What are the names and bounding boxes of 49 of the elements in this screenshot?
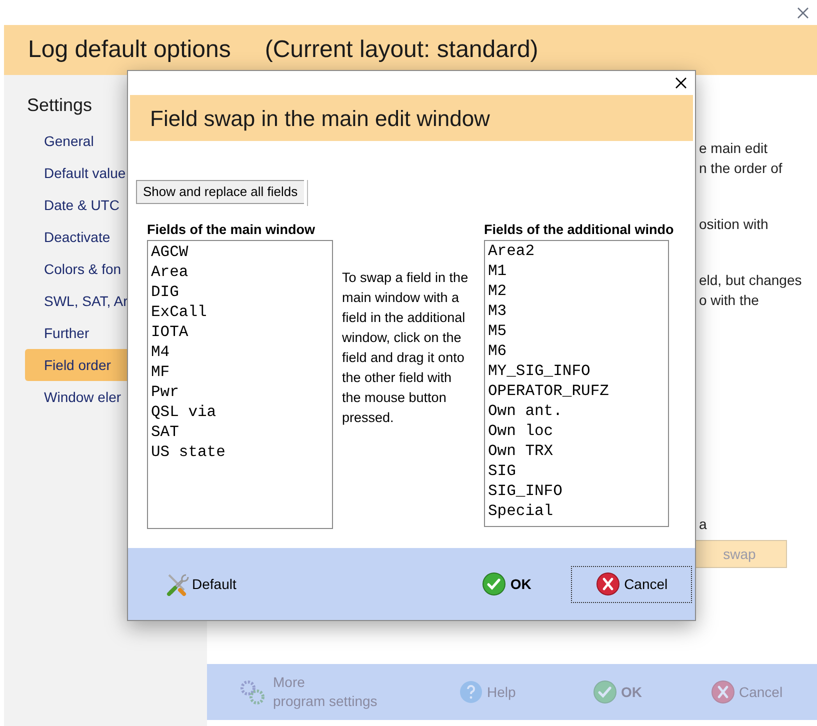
description-text: n the order of	[699, 159, 784, 178]
close-icon[interactable]	[675, 77, 687, 89]
tools-icon	[166, 572, 190, 596]
description-text: osition with	[699, 215, 770, 234]
list-label: Fields of the main window	[147, 221, 316, 239]
description-text: a	[699, 515, 708, 534]
list-item[interactable]: M1	[488, 261, 665, 282]
sidebar-heading: Settings	[26, 94, 92, 117]
description-text: o with the	[699, 291, 760, 310]
dialog-title: Field swap in the main edit window	[150, 104, 490, 133]
list-item[interactable]: M5	[488, 321, 665, 342]
list-item[interactable]: IOTA	[151, 322, 329, 342]
list-item[interactable]: ExCall	[151, 302, 329, 322]
list-item[interactable]: Own loc	[488, 421, 665, 442]
default-button[interactable]: Default	[166, 572, 236, 596]
description-text: e main edit	[699, 139, 768, 158]
list-item[interactable]: SIG	[488, 461, 665, 482]
ok-button[interactable]: OK	[482, 572, 532, 596]
cross-icon	[596, 572, 620, 596]
window-title: Log default options	[28, 35, 231, 65]
list-item[interactable]: DIG	[151, 282, 329, 302]
list-item[interactable]: M3	[488, 301, 665, 322]
list-item[interactable]: Own TRX	[488, 441, 665, 462]
list-item[interactable]: QSL via	[151, 402, 329, 422]
list-item[interactable]: Pwr	[151, 382, 329, 402]
list-item[interactable]: Area	[151, 262, 329, 282]
list-item[interactable]: OPERATOR_RUFZ	[488, 381, 665, 402]
list-item[interactable]: M2	[488, 281, 665, 302]
list-item[interactable]: SIG_INFO	[488, 481, 665, 502]
more-settings-label: program settings	[273, 692, 378, 711]
list-item[interactable]: SAT	[151, 422, 329, 442]
gears-icon	[239, 679, 265, 705]
list-item[interactable]: Own ant.	[488, 401, 665, 422]
question-icon	[459, 680, 483, 704]
list-item[interactable]: MY_SIG_INFO	[488, 361, 665, 382]
cancel-button[interactable]: Cancel	[571, 566, 692, 602]
list-item[interactable]: Special	[488, 501, 665, 522]
list-label: Fields of the additional windo	[484, 221, 675, 239]
cross-icon	[711, 680, 735, 704]
description-text: eld, but changes	[699, 271, 803, 290]
check-icon	[482, 572, 506, 596]
list-item[interactable]: M6	[488, 341, 665, 362]
list-item[interactable]: US state	[151, 442, 329, 462]
instructions-text: To swap a field in the main window with a field in the additional window, click on the field and drag it onto the other field with the mouse button pressed.	[342, 269, 470, 427]
check-icon	[593, 680, 617, 704]
tab[interactable]: Show and replace all fields	[136, 180, 304, 204]
list-item[interactable]: Area2	[488, 241, 665, 262]
list-item[interactable]: AGCW	[151, 242, 329, 262]
layout-subtitle: (Current layout: standard)	[264, 35, 538, 65]
